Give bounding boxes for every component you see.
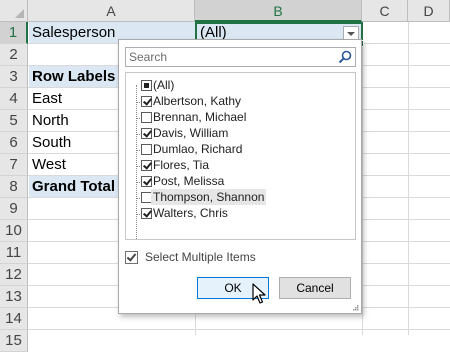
list-item-label: Thompson, Shannon [151, 189, 267, 205]
column-header-b[interactable]: B [195, 0, 362, 22]
list-item-label: Brennan, Michael [153, 110, 247, 124]
list-item-label: Albertson, Kathy [153, 94, 242, 108]
row-header-10[interactable]: 10 [0, 220, 28, 242]
select-multiple-checkbox[interactable] [125, 251, 138, 264]
row-header-5[interactable]: 5 [0, 110, 28, 132]
row-header-3[interactable]: 3 [0, 66, 28, 88]
list-item-label: Flores, Tia [153, 158, 210, 172]
resize-grip-icon[interactable] [351, 303, 359, 311]
item-checkbox[interactable] [141, 144, 152, 155]
row-header-12[interactable]: 12 [0, 264, 28, 286]
row-header-13[interactable]: 13 [0, 286, 28, 308]
gridline [408, 22, 409, 335]
list-item-all[interactable]: (All) [126, 77, 356, 93]
search-icon [338, 50, 352, 64]
item-checkbox[interactable] [141, 112, 152, 123]
list-item-label: Davis, William [153, 126, 229, 140]
item-checkbox[interactable] [141, 96, 152, 107]
list-item-hovered[interactable]: Thompson, Shannon [126, 189, 356, 205]
row-header-11[interactable]: 11 [0, 242, 28, 264]
select-all-corner[interactable] [0, 0, 28, 22]
mouse-cursor-icon [252, 283, 266, 304]
item-checkbox[interactable] [141, 208, 152, 219]
list-item[interactable]: Flores, Tia [126, 157, 356, 173]
item-checkbox[interactable] [141, 160, 152, 171]
all-checkbox[interactable] [141, 80, 152, 91]
row-header-9[interactable]: 9 [0, 198, 28, 220]
item-checkbox[interactable] [141, 176, 152, 187]
list-item[interactable]: Brennan, Michael [126, 109, 356, 125]
row-header-6[interactable]: 6 [0, 132, 28, 154]
row-header-8[interactable]: 8 [0, 176, 28, 198]
list-item[interactable]: Davis, William [126, 125, 356, 141]
list-item[interactable]: Walters, Chris [126, 205, 356, 221]
filter-popup: (All) Albertson, Kathy Brennan, Michael … [118, 39, 362, 314]
column-header-c[interactable]: C [362, 0, 408, 22]
list-item-label: Post, Melissa [153, 174, 225, 188]
item-checkbox[interactable] [141, 128, 152, 139]
column-header-d[interactable]: D [408, 0, 450, 22]
list-item[interactable]: Albertson, Kathy [126, 93, 356, 109]
list-item[interactable]: Post, Melissa [126, 173, 356, 189]
row-header-4[interactable]: 4 [0, 88, 28, 110]
salesperson-list[interactable]: (All) Albertson, Kathy Brennan, Michael … [125, 72, 356, 240]
row-header-2[interactable]: 2 [0, 44, 28, 66]
row-header-1[interactable]: 1 [0, 22, 28, 44]
column-header-a[interactable]: A [28, 0, 195, 22]
row-header-7[interactable]: 7 [0, 154, 28, 176]
gridline [362, 22, 363, 335]
list-item-label: Dumlao, Richard [153, 142, 243, 156]
row-header-15[interactable]: 15 [0, 330, 28, 352]
search-input[interactable] [125, 47, 356, 67]
select-multiple-label: Select Multiple Items [145, 250, 256, 264]
gridline [28, 329, 450, 330]
row-header-14[interactable]: 14 [0, 308, 28, 330]
cancel-button[interactable]: Cancel [279, 277, 351, 299]
list-item-label: Walters, Chris [153, 206, 228, 220]
corner-triangle [15, 9, 24, 18]
list-item[interactable]: Dumlao, Richard [126, 141, 356, 157]
list-item-label: (All) [153, 78, 175, 92]
